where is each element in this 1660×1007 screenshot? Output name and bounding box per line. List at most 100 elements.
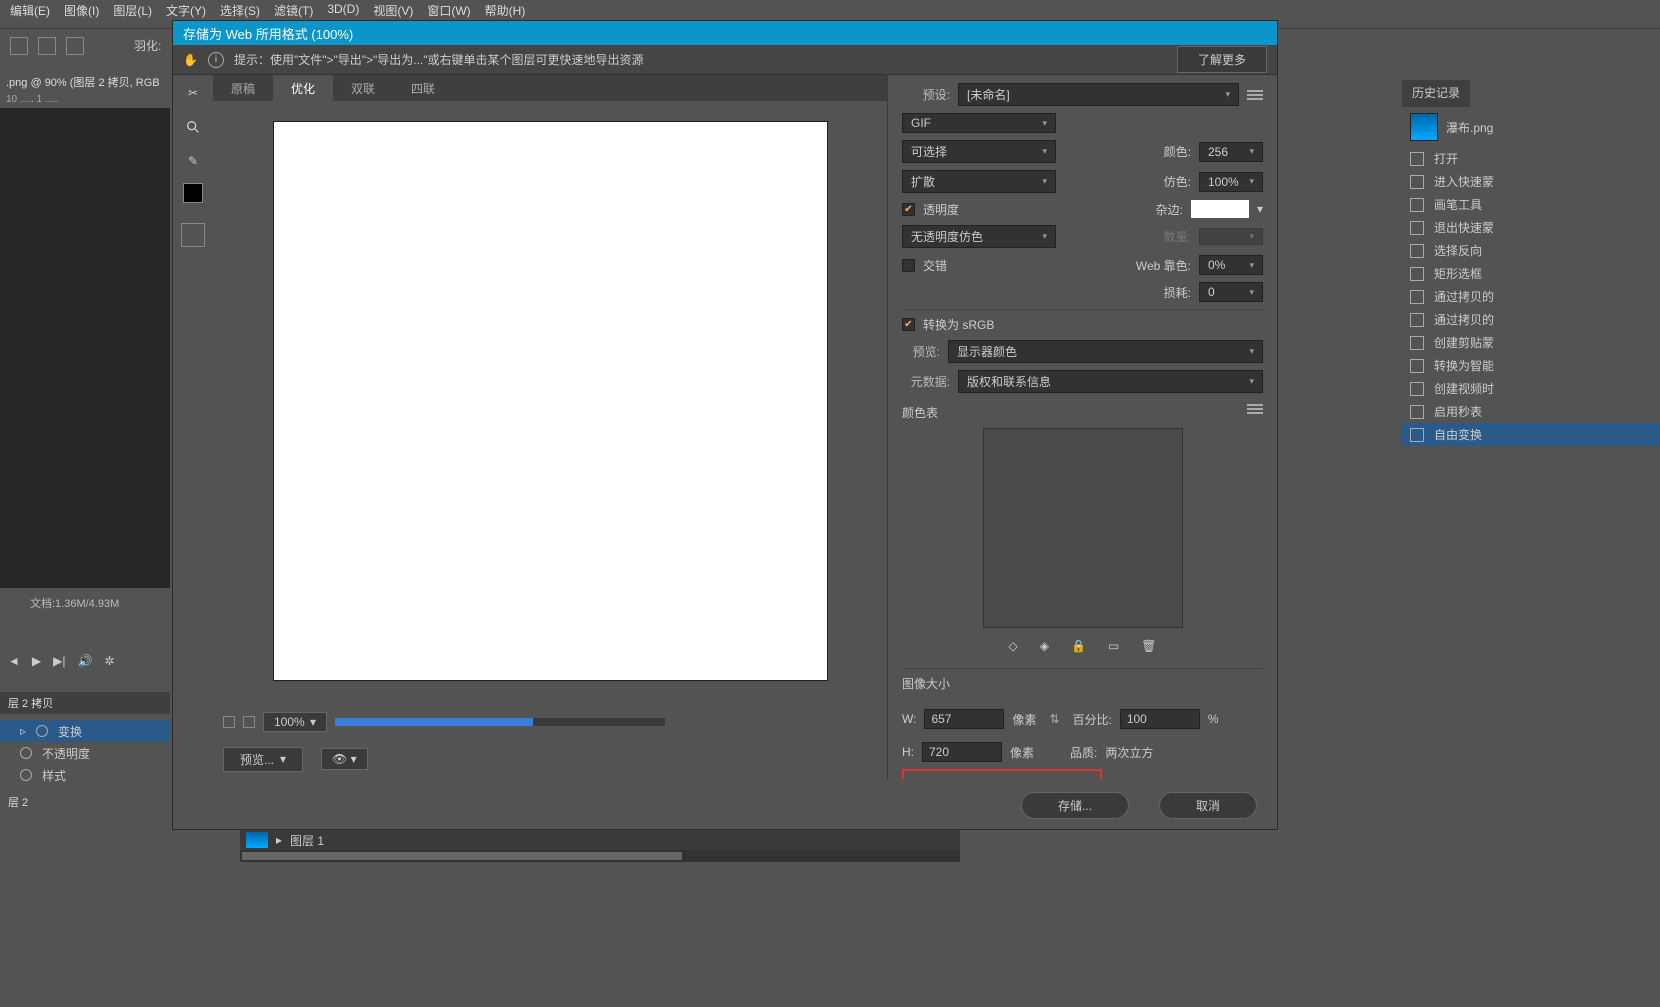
tab-2up[interactable]: 双联	[333, 75, 393, 101]
dialog-tool-column: ✂ ✎	[173, 75, 213, 779]
menu-image[interactable]: 图像(I)	[64, 2, 99, 18]
reduction-select[interactable]: 可选择▾	[902, 140, 1056, 163]
width-input[interactable]: 657	[924, 709, 1004, 729]
menu-edit[interactable]: 编辑(E)	[10, 2, 50, 18]
minus-icon[interactable]	[223, 716, 235, 728]
matte-swatch[interactable]	[1191, 200, 1249, 218]
first-frame-icon[interactable]: ◄	[8, 654, 20, 668]
dither-select[interactable]: 100%▾	[1199, 172, 1263, 192]
srgb-checkbox[interactable]: ✔	[902, 318, 915, 331]
stopwatch-icon[interactable]	[20, 747, 32, 759]
history-item[interactable]: 创建视频时	[1402, 377, 1660, 400]
play-icon[interactable]: ▶	[32, 654, 41, 668]
preview-canvas[interactable]	[273, 121, 828, 681]
amount-select: ▾	[1199, 228, 1263, 245]
history-item[interactable]: 自由变换	[1402, 423, 1660, 446]
menu-3d[interactable]: 3D(D)	[327, 2, 359, 18]
tab-original[interactable]: 原稿	[213, 75, 273, 101]
history-item[interactable]: 退出快速蒙	[1402, 216, 1660, 239]
document-tab[interactable]: .png @ 90% (图层 2 拷贝, RGB	[0, 72, 170, 92]
preset-select[interactable]: [未命名]▾	[958, 83, 1239, 106]
format-select[interactable]: GIF▾	[902, 113, 1056, 133]
preset-menu-icon[interactable]	[1247, 90, 1263, 100]
keyframe-icon[interactable]: ▹	[20, 724, 26, 738]
zoom-select[interactable]: 100%▾	[263, 712, 327, 732]
timeline-layer-header[interactable]: 层 2 拷贝	[0, 692, 170, 714]
ct-trash-icon[interactable]: 🗑	[1141, 639, 1156, 653]
timeline-layer-footer[interactable]: 层 2	[0, 792, 170, 812]
tab-4up[interactable]: 四联	[393, 75, 453, 101]
eyedropper-icon[interactable]: ✎	[181, 149, 205, 173]
dialog-titlebar[interactable]: 存储为 Web 所用格式 (100%)	[173, 21, 1277, 45]
quality-value[interactable]: 两次立方	[1105, 744, 1153, 761]
tool-preset-icon[interactable]	[10, 37, 28, 55]
tab-optimized[interactable]: 优化	[273, 75, 333, 101]
history-item[interactable]: 通过拷贝的	[1402, 308, 1660, 331]
colors-select[interactable]: 256▾	[1199, 142, 1263, 162]
history-step-label: 通过拷贝的	[1434, 311, 1494, 328]
cancel-button[interactable]: 取消	[1159, 792, 1257, 819]
next-frame-icon[interactable]: ▶|	[53, 654, 65, 668]
hand-tool-icon[interactable]: ✋	[183, 53, 198, 67]
percent-input[interactable]: 100	[1120, 709, 1200, 729]
link-dimensions-icon[interactable]: ⇅	[1044, 699, 1064, 739]
stopwatch-icon[interactable]	[36, 725, 48, 737]
prop-transform[interactable]: ▹ 变换	[0, 720, 170, 742]
stopwatch-icon[interactable]	[20, 769, 32, 781]
ct-lock-icon[interactable]: 🔒	[1071, 639, 1086, 653]
menu-filter[interactable]: 滤镜(T)	[274, 2, 313, 18]
history-item[interactable]: 启用秒表	[1402, 400, 1660, 423]
history-step-icon	[1410, 336, 1424, 350]
prop-style[interactable]: 样式	[0, 764, 170, 786]
matte-caret-icon[interactable]: ▾	[1257, 202, 1263, 216]
preview-button[interactable]: 预览...▾	[223, 747, 303, 772]
metadata-select[interactable]: 版权和联系信息▾	[958, 370, 1263, 393]
no-trans-dither-select[interactable]: 无透明度仿色▾	[902, 225, 1056, 248]
menu-view[interactable]: 视图(V)	[373, 2, 413, 18]
timeline-scrollbar[interactable]	[240, 850, 960, 862]
history-item[interactable]: 选择反向	[1402, 239, 1660, 262]
prop-opacity[interactable]: 不透明度	[0, 742, 170, 764]
marquee-icon[interactable]	[38, 37, 56, 55]
menu-help[interactable]: 帮助(H)	[485, 2, 526, 18]
transparency-checkbox[interactable]: ✔	[902, 203, 915, 216]
plus-icon[interactable]	[243, 716, 255, 728]
learn-more-button[interactable]: 了解更多	[1177, 46, 1267, 73]
menu-select[interactable]: 选择(S)	[220, 2, 260, 18]
color-table[interactable]	[902, 428, 1263, 628]
history-item[interactable]: 创建剪贴蒙	[1402, 331, 1660, 354]
menu-text[interactable]: 文字(Y)	[166, 2, 206, 18]
history-item[interactable]: 转换为智能	[1402, 354, 1660, 377]
zoom-tool-icon[interactable]	[181, 115, 205, 139]
history-item[interactable]: 通过拷贝的	[1402, 285, 1660, 308]
browser-preview-button[interactable]: 👁 ▾	[321, 748, 368, 770]
ct-icon-1[interactable]: ◇	[1009, 639, 1018, 653]
audio-icon[interactable]: 🔊	[77, 654, 92, 668]
color-table-menu-icon[interactable]	[1247, 404, 1263, 414]
slice-tool-icon[interactable]: ✂	[181, 81, 205, 105]
marquee2-icon[interactable]	[66, 37, 84, 55]
slice-visibility-icon[interactable]	[181, 223, 205, 247]
timeline-caret-icon[interactable]: ▸	[276, 833, 282, 847]
preview-colors-select[interactable]: 显示器颜色▾	[948, 340, 1263, 363]
history-tab[interactable]: 历史记录	[1402, 80, 1470, 107]
save-button[interactable]: 存储...	[1021, 792, 1129, 819]
ct-icon-2[interactable]: ◈	[1040, 639, 1049, 653]
ct-new-icon[interactable]: ▭	[1108, 639, 1119, 653]
settings-gear-icon[interactable]: ✲	[104, 654, 114, 668]
history-file-row[interactable]: 瀑布.png	[1402, 107, 1660, 147]
history-item[interactable]: 进入快速蒙	[1402, 170, 1660, 193]
history-step-label: 创建视频时	[1434, 380, 1494, 397]
menu-layer[interactable]: 图层(L)	[113, 2, 152, 18]
websnap-select[interactable]: 0%▾	[1199, 255, 1263, 275]
height-input[interactable]: 720	[922, 742, 1002, 762]
history-item[interactable]: 打开	[1402, 147, 1660, 170]
lossy-select[interactable]: 0▾	[1199, 282, 1263, 302]
dither-method-select[interactable]: 扩散▾	[902, 170, 1056, 193]
interlaced-checkbox[interactable]	[902, 259, 915, 272]
history-item[interactable]: 矩形选框	[1402, 262, 1660, 285]
timeline-strip[interactable]: ▸ 图层 1	[240, 830, 960, 850]
menu-window[interactable]: 窗口(W)	[427, 2, 470, 18]
history-item[interactable]: 画笔工具	[1402, 193, 1660, 216]
eyedropper-color-swatch[interactable]	[183, 183, 203, 203]
